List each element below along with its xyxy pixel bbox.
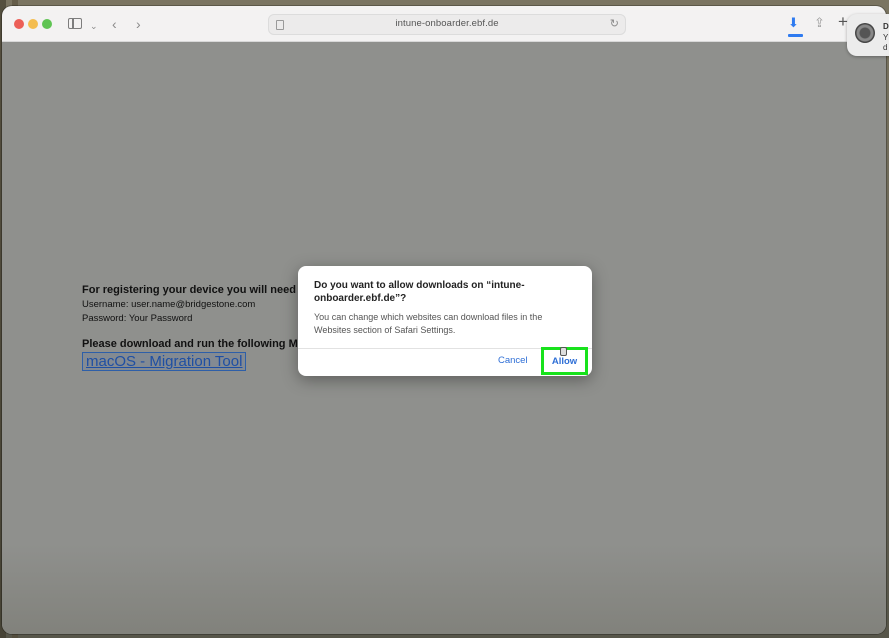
- chevron-down-icon[interactable]: ⌄: [90, 17, 98, 35]
- zoom-window-button[interactable]: [42, 19, 52, 29]
- dialog-title: Do you want to allow downloads on “intun…: [314, 280, 525, 304]
- downloads-icon[interactable]: ⬇: [788, 15, 799, 31]
- notification-title: D: [883, 22, 889, 31]
- app-icon: [855, 23, 875, 43]
- cancel-button[interactable]: Cancel: [498, 355, 528, 366]
- notification-body-line2: d: [883, 43, 888, 52]
- mouse-cursor-icon: [560, 347, 567, 356]
- sidebar-toggle-icon[interactable]: [68, 18, 82, 29]
- registration-heading: For registering your device you will nee…: [82, 284, 296, 296]
- browser-toolbar: ⌄ ‹ › intune-onboarder.ebf.de ↻ ⬇ ⇪ +: [2, 6, 886, 42]
- forward-arrow-icon[interactable]: ›: [136, 15, 141, 33]
- minimize-window-button[interactable]: [28, 19, 38, 29]
- migration-tool-link[interactable]: macOS - Migration Tool: [82, 352, 247, 371]
- username-text: Username: user.name@bridgestone.com: [82, 299, 256, 310]
- download-progress-indicator: [788, 34, 803, 37]
- notification-banner[interactable]: D Y d: [847, 14, 889, 56]
- notification-body-line1: Y: [883, 33, 889, 42]
- reload-icon[interactable]: ↻: [610, 17, 619, 30]
- password-text: Password: Your Password: [82, 313, 193, 324]
- address-bar[interactable]: intune-onboarder.ebf.de ↻: [268, 14, 626, 35]
- share-icon[interactable]: ⇪: [814, 15, 825, 31]
- close-window-button[interactable]: [14, 19, 24, 29]
- download-heading: Please download and run the following M: [82, 338, 298, 350]
- dialog-message: You can change which websites can downlo…: [314, 312, 543, 335]
- address-text: intune-onboarder.ebf.de: [395, 18, 499, 29]
- back-arrow-icon[interactable]: ‹: [112, 15, 117, 33]
